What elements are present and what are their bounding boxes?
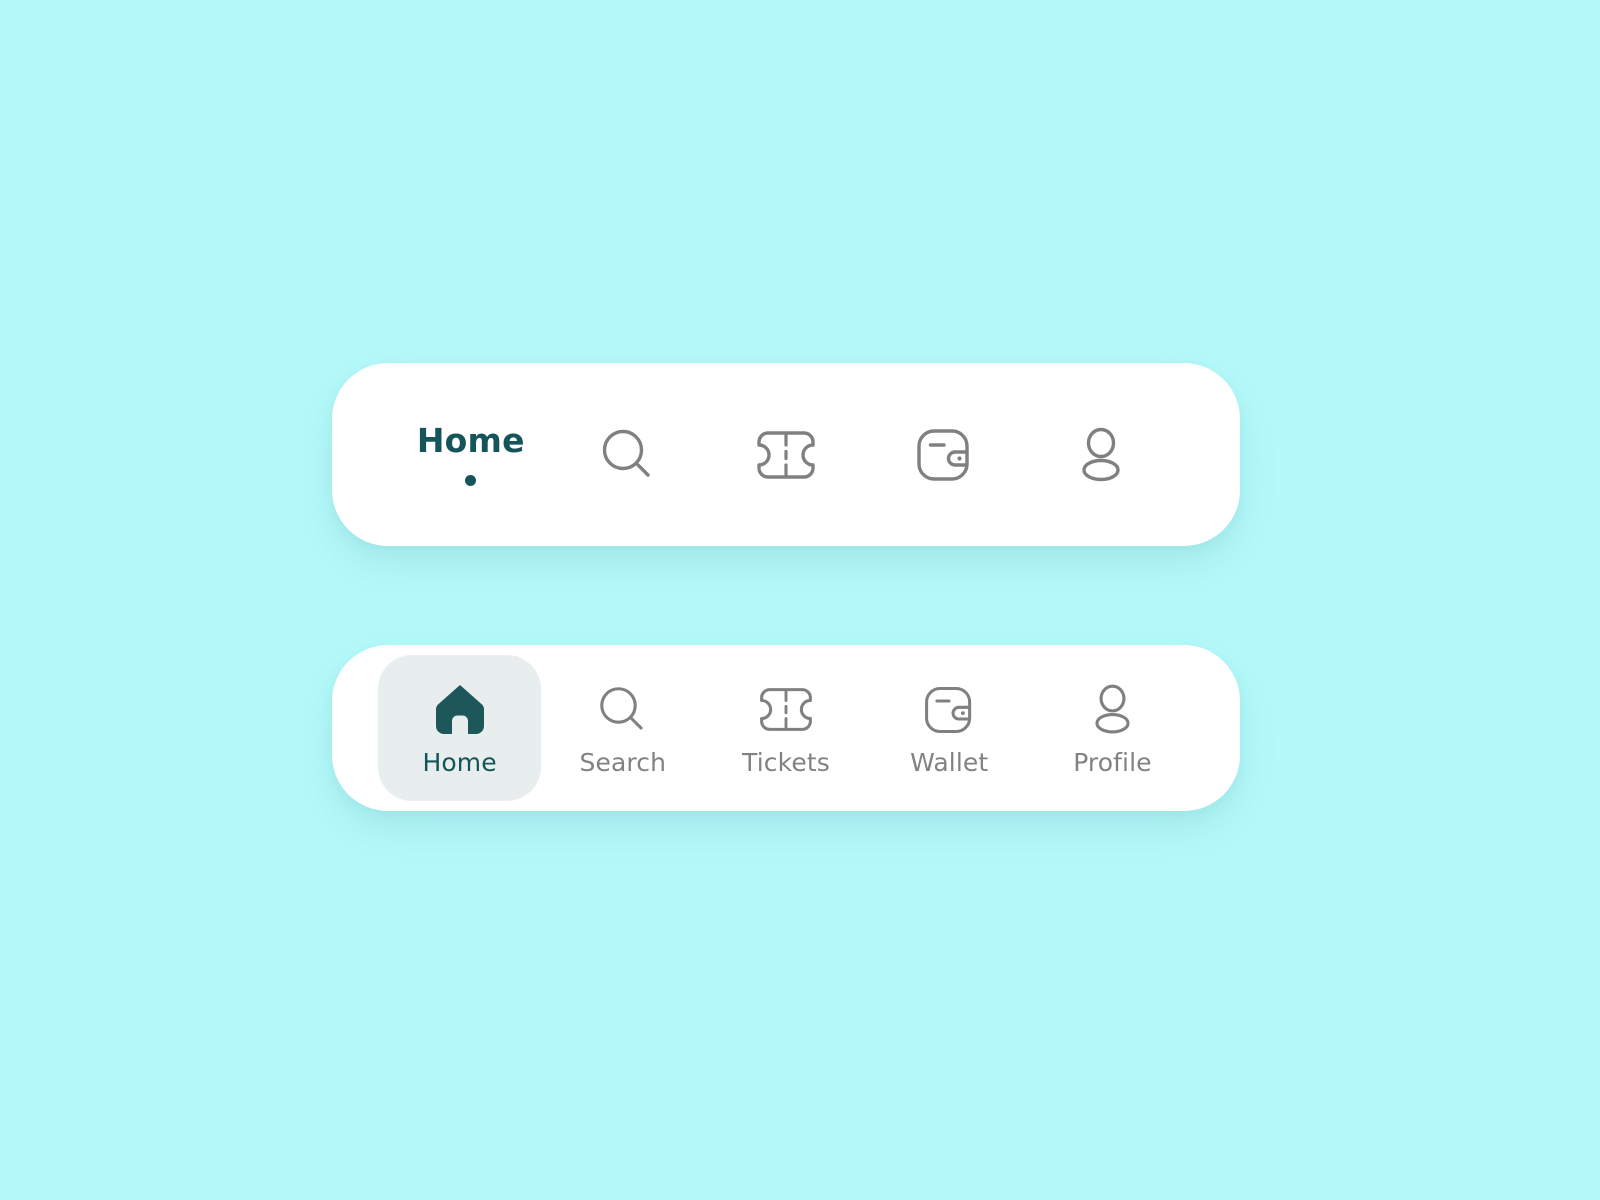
wallet-icon	[921, 682, 977, 738]
nav-item-search[interactable]	[550, 363, 708, 546]
nav-item-search-label: Search	[579, 747, 667, 777]
canvas: Home Home Search Tickets Wallet Profile	[0, 0, 1600, 1200]
ticket-icon	[758, 682, 814, 738]
labeled-navigation-bar: Home Search Tickets Wallet Profile	[332, 645, 1240, 811]
nav-item-home[interactable]: Home	[378, 655, 542, 801]
nav-item-profile[interactable]	[1022, 363, 1180, 546]
nav-item-profile-label: Profile	[1073, 747, 1152, 777]
nav-item-wallet[interactable]: Wallet	[868, 655, 1031, 801]
nav-item-home-label: Home	[416, 420, 525, 460]
nav-item-search[interactable]: Search	[541, 655, 704, 801]
search-icon	[596, 423, 660, 487]
nav-item-home-label: Home	[422, 747, 497, 777]
nav-item-wallet[interactable]	[865, 363, 1023, 546]
nav-item-tickets-label: Tickets	[742, 747, 830, 777]
search-icon	[595, 682, 651, 738]
nav-item-tickets[interactable]	[707, 363, 865, 546]
home-icon	[432, 682, 488, 738]
ticket-icon	[754, 423, 818, 487]
compact-navigation-bar: Home	[332, 363, 1240, 546]
nav-item-home[interactable]: Home	[392, 363, 550, 546]
profile-icon	[1069, 423, 1133, 487]
nav-item-wallet-label: Wallet	[910, 747, 989, 777]
nav-item-tickets[interactable]: Tickets	[704, 655, 867, 801]
wallet-icon	[912, 423, 976, 487]
active-indicator-dot	[465, 474, 477, 486]
nav-item-profile[interactable]: Profile	[1031, 655, 1194, 801]
profile-icon	[1084, 682, 1140, 738]
